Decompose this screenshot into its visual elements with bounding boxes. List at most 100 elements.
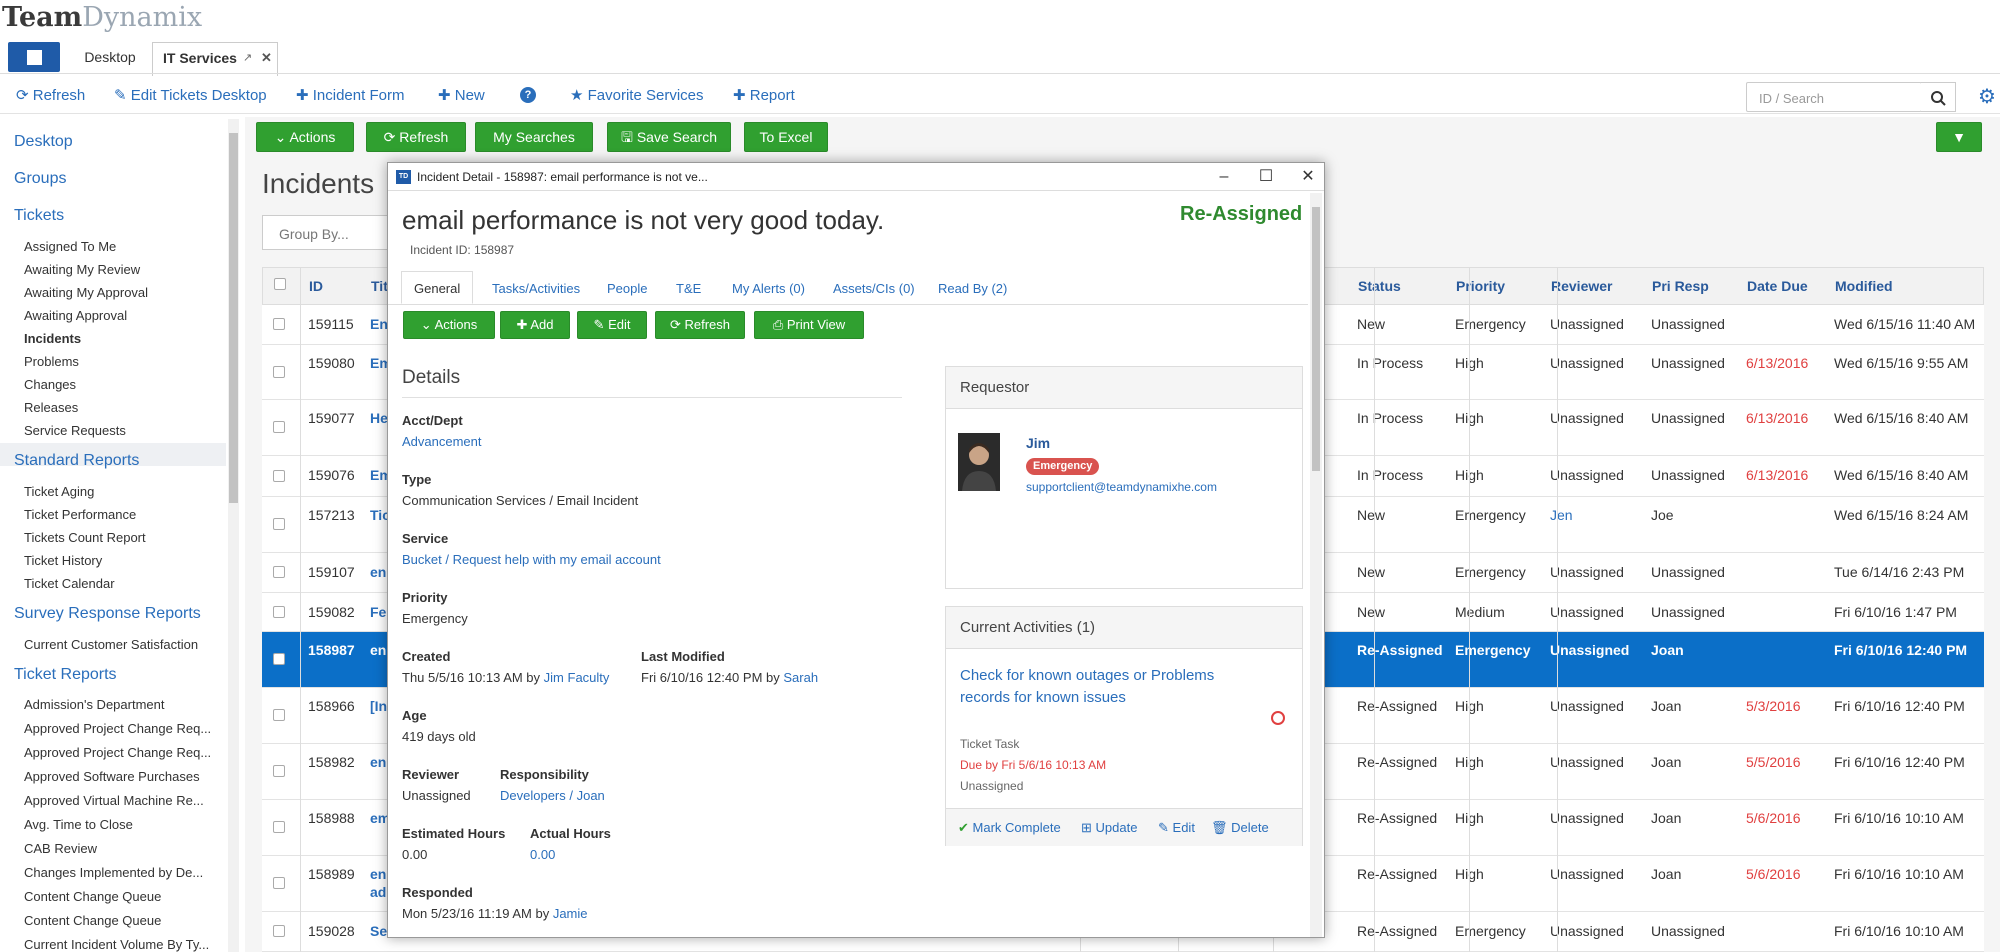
- cell-title[interactable]: en: [370, 754, 386, 770]
- cell-title-line2[interactable]: ad: [370, 884, 386, 900]
- modified-by-link[interactable]: Sarah: [783, 670, 818, 685]
- window-titlebar[interactable]: Incident Detail - 158987: email performa…: [388, 163, 1324, 191]
- cell-title[interactable]: He: [370, 410, 388, 426]
- service-value[interactable]: Bucket / Request help with my email acco…: [402, 552, 661, 567]
- sidebar-groups[interactable]: Groups: [14, 170, 66, 188]
- actual-hours-value[interactable]: 0.00: [530, 847, 555, 862]
- sidebar-item-ticket-history[interactable]: Ticket History: [24, 553, 102, 568]
- sidebar-item-tickets-count-report[interactable]: Tickets Count Report: [24, 530, 146, 545]
- close-icon[interactable]: ✕: [261, 43, 272, 73]
- modal-refresh-button[interactable]: ⟳ Refresh: [655, 311, 745, 339]
- modal-scrollbar[interactable]: [1310, 193, 1322, 937]
- row-checkbox[interactable]: [273, 925, 285, 937]
- row-checkbox[interactable]: [273, 518, 285, 530]
- tab-my-alerts[interactable]: My Alerts (0): [732, 281, 805, 296]
- gear-icon[interactable]: ⚙: [1978, 84, 1996, 109]
- tab-te[interactable]: T&E: [676, 281, 701, 296]
- tab-it-services[interactable]: IT Services ↗ ✕: [152, 42, 278, 76]
- report-link[interactable]: ✚ Report: [733, 86, 795, 104]
- cell-title[interactable]: Se: [370, 923, 387, 939]
- created-by-link[interactable]: Jim Faculty: [544, 670, 610, 685]
- actions-button[interactable]: ⌄ Actions: [256, 122, 354, 152]
- modal-edit-button[interactable]: ✎ Edit: [577, 311, 647, 339]
- select-all-checkbox[interactable]: [274, 278, 286, 290]
- task-status-circle-icon[interactable]: [1271, 711, 1285, 725]
- filter-button[interactable]: ▼: [1936, 122, 1982, 152]
- sidebar-item-assigned-to-me[interactable]: Assigned To Me: [24, 239, 116, 254]
- sidebar-standard-reports[interactable]: Standard Reports: [14, 452, 139, 470]
- row-checkbox[interactable]: [273, 605, 285, 618]
- tab-desktop[interactable]: Desktop: [70, 42, 150, 73]
- row-checkbox[interactable]: [273, 877, 285, 889]
- sidebar-item-current-customer-satisfaction[interactable]: Current Customer Satisfaction: [24, 637, 198, 652]
- requestor-name[interactable]: Jim: [1026, 435, 1050, 451]
- sidebar-report-item[interactable]: Approved Project Change Req...: [24, 745, 211, 760]
- refresh-button[interactable]: ⟳ Refresh: [366, 122, 466, 152]
- tab-tasks-activities[interactable]: Tasks/Activities: [492, 281, 580, 296]
- sidebar-item-changes[interactable]: Changes: [24, 377, 76, 392]
- cell-title[interactable]: [In: [370, 698, 387, 714]
- modal-actions-button[interactable]: ⌄ Actions: [403, 311, 495, 339]
- sidebar-item-awaiting-my-approval[interactable]: Awaiting My Approval: [24, 285, 148, 300]
- scrollbar-thumb[interactable]: [229, 133, 238, 503]
- cell-title[interactable]: en: [370, 642, 386, 658]
- sidebar-item-releases[interactable]: Releases: [24, 400, 78, 415]
- sidebar-report-item[interactable]: Changes Implemented by De...: [24, 865, 203, 880]
- sidebar-item-service-requests[interactable]: Service Requests: [24, 423, 126, 438]
- delete-link[interactable]: 🗑 Delete: [1211, 820, 1269, 836]
- acct-value[interactable]: Advancement: [402, 434, 482, 449]
- favorite-services-link[interactable]: ★ Favorite Services: [570, 86, 704, 104]
- row-checkbox[interactable]: [273, 566, 285, 578]
- scrollbar-thumb[interactable]: [1312, 207, 1320, 471]
- sidebar-report-item[interactable]: Content Change Queue: [24, 913, 161, 928]
- row-checkbox[interactable]: [273, 421, 285, 433]
- help-icon[interactable]: ?: [520, 87, 536, 103]
- sidebar-report-item[interactable]: CAB Review: [24, 841, 97, 856]
- col-priority[interactable]: Priority: [1456, 278, 1505, 294]
- row-checkbox[interactable]: [273, 765, 285, 777]
- row-checkbox[interactable]: [273, 365, 285, 378]
- close-icon[interactable]: ✕: [1293, 163, 1323, 191]
- requestor-email[interactable]: supportclient@teamdynamixhe.com: [1026, 480, 1217, 494]
- cell-title[interactable]: en: [370, 564, 386, 580]
- save-search-button[interactable]: 🖫 Save Search: [607, 122, 731, 152]
- refresh-link[interactable]: ⟳ Refresh: [16, 86, 85, 104]
- incident-form-link[interactable]: ✚ Incident Form: [296, 86, 404, 104]
- task-title-link[interactable]: Check for known outages or Problems reco…: [960, 665, 1250, 709]
- id-search-input[interactable]: ID / Search: [1746, 82, 1922, 112]
- sidebar-item-awaiting-approval[interactable]: Awaiting Approval: [24, 308, 127, 323]
- sidebar-report-item[interactable]: Admission's Department: [24, 697, 164, 712]
- sidebar-report-item[interactable]: Approved Software Purchases: [24, 769, 200, 784]
- responsibility-value[interactable]: Developers / Joan: [500, 788, 605, 803]
- sidebar-ticket-reports[interactable]: Ticket Reports: [14, 666, 117, 684]
- sidebar-desktop[interactable]: Desktop: [14, 133, 73, 151]
- print-view-button[interactable]: ⎙ Print View: [754, 311, 864, 339]
- col-title[interactable]: Tit: [371, 278, 388, 294]
- sidebar-scrollbar[interactable]: [228, 119, 239, 952]
- update-link[interactable]: ⊞ Update: [1081, 820, 1137, 836]
- tab-assets-cis[interactable]: Assets/CIs (0): [833, 281, 915, 296]
- search-button[interactable]: [1921, 82, 1956, 112]
- tab-people[interactable]: People: [607, 281, 647, 296]
- col-reviewer[interactable]: Reviewer: [1551, 278, 1612, 294]
- sidebar-item-ticket-aging[interactable]: Ticket Aging: [24, 484, 94, 499]
- tab-general[interactable]: General: [414, 281, 460, 296]
- row-checkbox[interactable]: [273, 709, 285, 721]
- cell-title[interactable]: en: [370, 866, 386, 882]
- sidebar-item-ticket-calendar[interactable]: Ticket Calendar: [24, 576, 115, 591]
- sidebar-report-item[interactable]: Approved Virtual Machine Re...: [24, 793, 204, 808]
- col-pri-resp[interactable]: Pri Resp: [1652, 278, 1709, 294]
- maximize-icon[interactable]: ☐: [1251, 163, 1281, 191]
- sidebar-report-item[interactable]: Approved Project Change Req...: [24, 721, 211, 736]
- sidebar-report-item[interactable]: Current Incident Volume By Ty...: [24, 937, 209, 952]
- cell-title[interactable]: Fe: [370, 604, 386, 620]
- edit-link[interactable]: ✎ Edit: [1158, 820, 1195, 836]
- to-excel-button[interactable]: To Excel: [744, 122, 828, 152]
- row-checkbox[interactable]: [273, 469, 285, 482]
- row-checkbox[interactable]: [273, 821, 285, 833]
- tab-read-by[interactable]: Read By (2): [938, 281, 1007, 296]
- pin-icon[interactable]: ↗: [243, 43, 252, 73]
- group-by-select[interactable]: Group By...: [262, 215, 392, 250]
- new-link[interactable]: ✚ New: [438, 86, 485, 104]
- mark-complete-link[interactable]: ✔ Mark Complete: [958, 820, 1061, 836]
